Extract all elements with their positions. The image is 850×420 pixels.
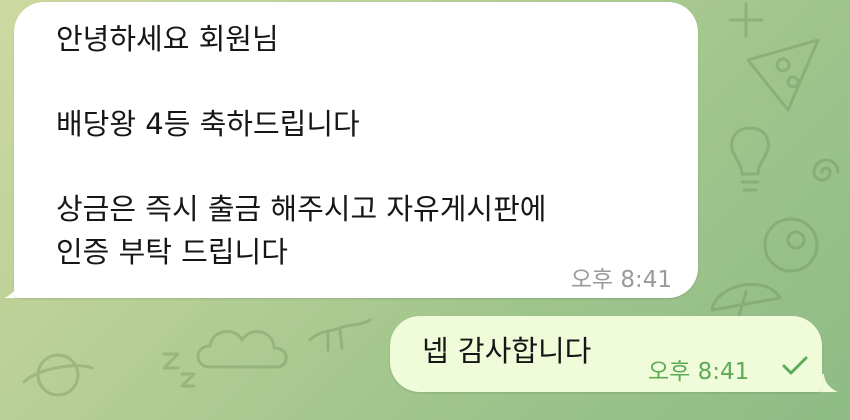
lightbulb-doodle-icon [730,126,770,192]
sparkle-doodle-icon [728,2,764,38]
swirl-doodle-icon [812,158,840,182]
hand-doodle-icon [308,318,372,352]
incoming-message-time: 오후 8:41 [570,267,672,293]
sleep-zzz-doodle-icon [162,352,196,388]
planet-doodle-icon [22,353,94,397]
check-icon [782,356,808,375]
incoming-message-bubble[interactable]: 안녕하세요 회원님 배당왕 4등 축하드립니다 상금은 즉시 출금 해주시고 자… [14,2,698,298]
outgoing-message-text: 넵 감사합니다 [422,334,592,368]
incoming-message-text: 안녕하세요 회원님 배당왕 4등 축하드립니다 상금은 즉시 출금 해주시고 자… [56,22,547,269]
cloud-doodle-icon [196,330,288,369]
outgoing-message-bubble[interactable]: 넵 감사합니다 오후 8:41 [390,316,822,392]
pizza-doodle-icon [746,38,820,112]
outgoing-message-time: 오후 8:41 [648,359,750,385]
